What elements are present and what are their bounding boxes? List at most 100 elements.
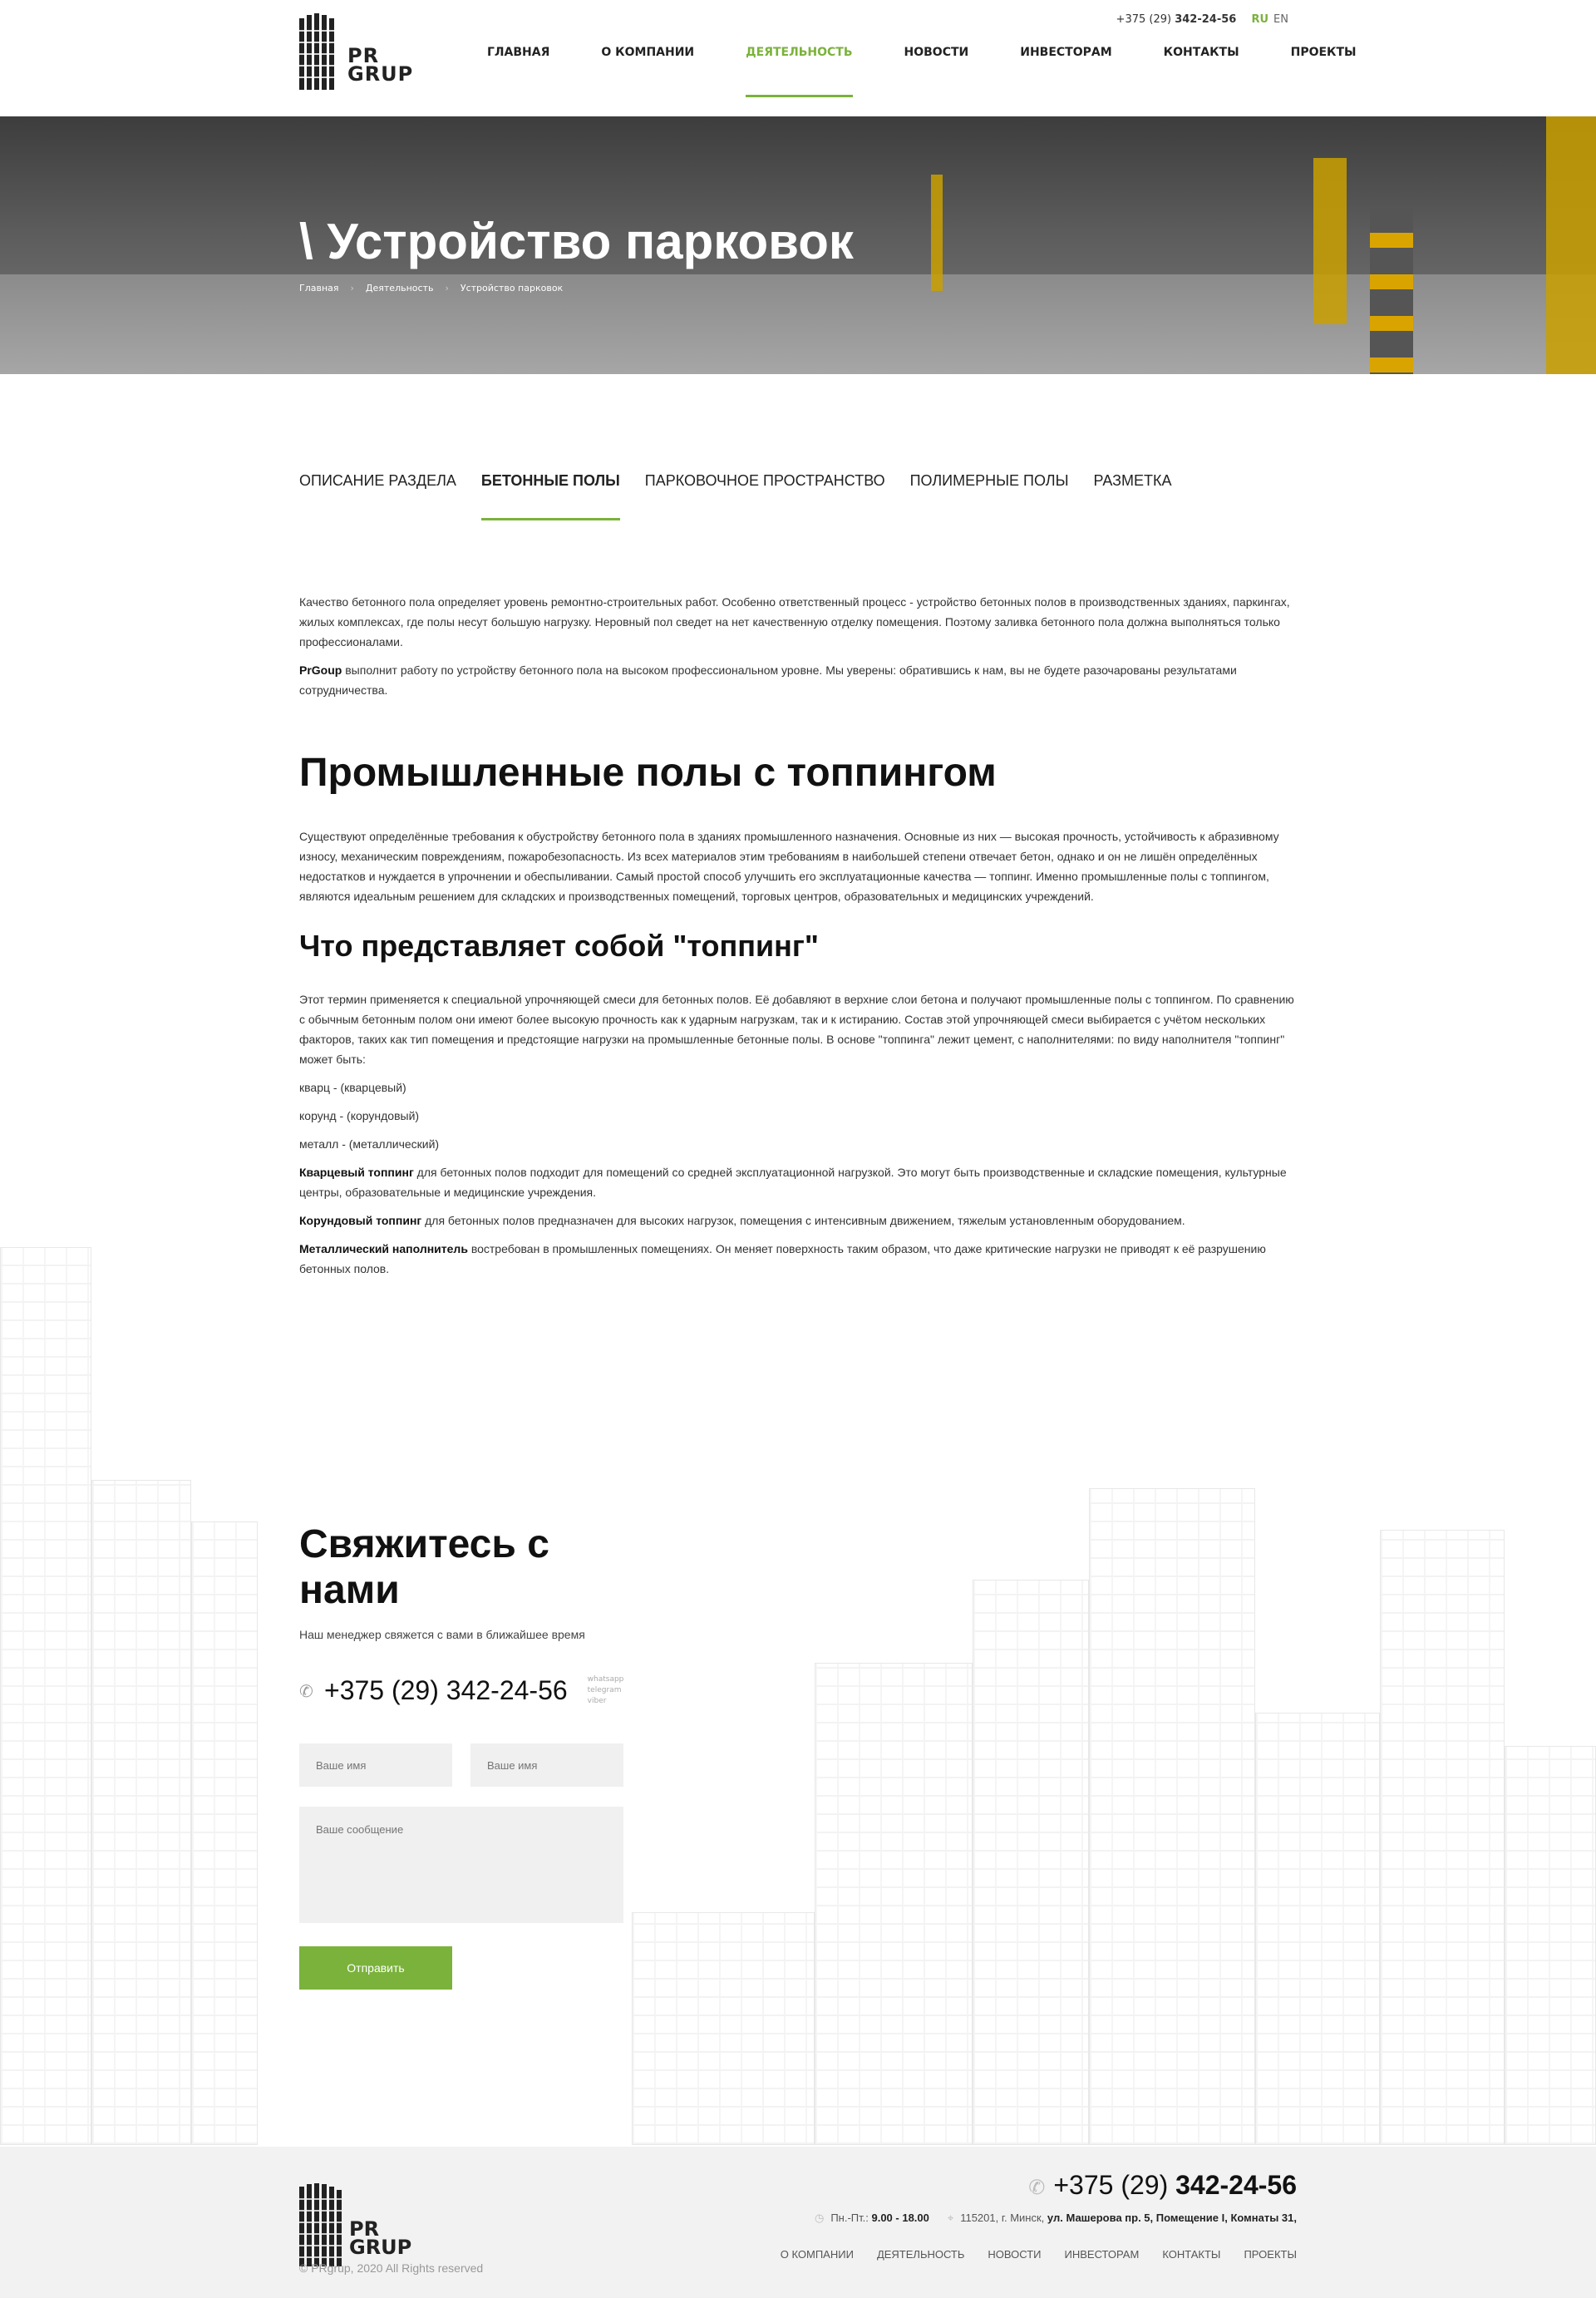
hero-floor	[0, 274, 1596, 374]
page-title: \ Устройство парковок	[299, 214, 854, 269]
footer-nav-activity[interactable]: ДЕЯТЕЛЬНОСТЬ	[877, 2248, 964, 2261]
section-tabs: ОПИСАНИЕ РАЗДЕЛА БЕТОННЫЕ ПОЛЫ ПАРКОВОЧН…	[299, 472, 1197, 520]
lang-en[interactable]: EN	[1273, 13, 1288, 26]
footer-nav-projects[interactable]: ПРОЕКТЫ	[1244, 2248, 1297, 2261]
building-sketch	[815, 1663, 973, 2145]
address-prefix: 115201, г. Минск,	[960, 2212, 1045, 2224]
site-header: PR GRUP +375 (29) 342-24-56 RU EN ГЛАВНАЯ…	[0, 0, 1596, 116]
main-nav: ГЛАВНАЯ О КОМПАНИИ ДЕЯТЕЛЬНОСТЬ НОВОСТИ …	[487, 46, 1408, 97]
tab-marking[interactable]: РАЗМЕТКА	[1094, 472, 1172, 520]
hero-decor	[931, 175, 943, 291]
list-item: корунд - (корундовый)	[299, 1109, 420, 1122]
tab-concrete-floors[interactable]: БЕТОННЫЕ ПОЛЫ	[480, 472, 620, 520]
viber-link[interactable]: viber	[588, 1696, 624, 1707]
footer-info: ◷ Пн.-Пт.: 9.00 - 18.00 ⌖ 115201, г. Мин…	[815, 2212, 1297, 2225]
breadcrumb-separator-icon: ›	[350, 283, 354, 293]
logo-text: PR GRUP	[347, 46, 414, 86]
intro-paragraph-1: Качество бетонного пола определяет урове…	[299, 595, 1290, 648]
clock-icon: ◷	[814, 2212, 825, 2224]
location-icon: ⌖	[947, 2212, 954, 2224]
building-sketch	[1380, 1530, 1505, 2145]
footer-nav-contacts[interactable]: КОНТАКТЫ	[1162, 2248, 1220, 2261]
logo-text-wrap: PR GRUP	[299, 13, 416, 90]
footer-logo-line-2: GRUP	[349, 2236, 412, 2259]
tab-description[interactable]: ОПИСАНИЕ РАЗДЕЛА	[299, 472, 456, 520]
hero-decor	[1546, 116, 1596, 374]
hero-banner: \ Устройство парковок Главная › Деятельн…	[0, 116, 1596, 374]
nav-item-investors[interactable]: ИНВЕСТОРАМ	[1020, 46, 1111, 97]
quartz-text: для бетонных полов подходит для помещени…	[299, 1166, 1287, 1199]
top-contacts: +375 (29) 342-24-56 RU EN	[1116, 13, 1288, 26]
top-phone-prefix: +375 (29)	[1116, 13, 1172, 26]
building-sketch	[1089, 1488, 1255, 2145]
name-input[interactable]	[299, 1743, 452, 1787]
building-sketch	[973, 1580, 1089, 2145]
breadcrumb-separator-icon: ›	[445, 283, 449, 293]
building-sketch	[632, 1912, 815, 2145]
breadcrumb: Главная › Деятельность › Устройство парк…	[299, 283, 574, 293]
footer-nav: О КОМПАНИИ ДЕЯТЕЛЬНОСТЬ НОВОСТИ ИНВЕСТОР…	[757, 2248, 1297, 2261]
footer-phone-prefix: +375 (29)	[1053, 2170, 1169, 2200]
message-input[interactable]	[299, 1807, 623, 1923]
copyright: © PRgrup, 2020 All Rights reserved	[299, 2261, 484, 2275]
building-sketch	[1255, 1713, 1380, 2145]
breadcrumb-current: Устройство парковок	[460, 283, 564, 293]
hero-pillar	[1370, 208, 1413, 374]
footer-phone[interactable]: ✆ +375 (29) 342-24-56	[1028, 2170, 1297, 2201]
phone-icon: ✆	[299, 1680, 313, 1701]
contact-phone-row: ✆ +375 (29) 342-24-56 whatsapp telegram …	[299, 1674, 632, 1707]
contact-form: Свяжитесь с нами Наш менеджер свяжется с…	[299, 1521, 632, 1990]
footer-nav-about[interactable]: О КОМПАНИИ	[781, 2248, 854, 2261]
hero-decor	[1313, 158, 1347, 324]
nav-item-activity[interactable]: ДЕЯТЕЛЬНОСТЬ	[746, 46, 853, 97]
tab-polymer-floors[interactable]: ПОЛИМЕРНЫЕ ПОЛЫ	[910, 472, 1069, 520]
nav-item-news[interactable]: НОВОСТИ	[904, 46, 969, 97]
nav-item-contacts[interactable]: КОНТАКТЫ	[1164, 46, 1239, 97]
heading-industrial-floors: Промышленные полы с топпингом	[299, 751, 997, 795]
building-sketch	[91, 1480, 191, 2145]
footer-nav-investors[interactable]: ИНВЕСТОРАМ	[1065, 2248, 1140, 2261]
paragraph-industrial-floors: Существуют определённые требования к обу…	[299, 830, 1279, 903]
list-item: кварц - (кварцевый)	[299, 1081, 406, 1094]
paragraph-quartz: Кварцевый топпинг для бетонных полов под…	[299, 1162, 1297, 1202]
telegram-link[interactable]: telegram	[588, 1685, 624, 1696]
phone-input[interactable]	[470, 1743, 623, 1787]
paragraph-topping: Этот термин применяется к специальной уп…	[299, 993, 1294, 1066]
phone-icon: ✆	[1028, 2177, 1046, 2199]
lang-ru[interactable]: RU	[1251, 13, 1268, 26]
corundum-bold: Корундовый топпинг	[299, 1214, 422, 1227]
nav-item-home[interactable]: ГЛАВНАЯ	[487, 46, 549, 97]
corundum-text: для бетонных полов предназначен для высо…	[421, 1214, 1185, 1227]
logo-text-line-2: GRUP	[347, 62, 414, 86]
breadcrumb-home[interactable]: Главная	[299, 283, 339, 293]
language-switch: RU EN	[1251, 13, 1288, 26]
heading-topping: Что представляет собой "топпинг"	[299, 929, 819, 963]
site-footer: PR GRUP © PRgrup, 2020 All Rights reserv…	[0, 2147, 1596, 2298]
article-content: Качество бетонного пола определяет урове…	[299, 592, 1297, 1287]
footer-nav-news[interactable]: НОВОСТИ	[988, 2248, 1041, 2261]
messenger-links: whatsapp telegram viber	[588, 1674, 624, 1707]
quartz-bold: Кварцевый топпинг	[299, 1166, 414, 1179]
hours-value: 9.00 - 18.00	[871, 2212, 929, 2224]
nav-item-about[interactable]: О КОМПАНИИ	[601, 46, 694, 97]
contact-title: Свяжитесь с нами	[299, 1522, 549, 1612]
contact-inputs	[299, 1743, 632, 1787]
breadcrumb-activity[interactable]: Деятельность	[366, 283, 434, 293]
contact-phone[interactable]: +375 (29) 342-24-56	[324, 1675, 568, 1706]
tab-parking-space[interactable]: ПАРКОВОЧНОЕ ПРОСТРАНСТВО	[645, 472, 885, 520]
intro-paragraph-2-text: выполнит работу по устройству бетонного …	[299, 663, 1237, 697]
nav-item-projects[interactable]: ПРОЕКТЫ	[1291, 46, 1357, 97]
send-button[interactable]: Отправить	[299, 1946, 452, 1990]
footer-logo-text: PR GRUP	[349, 2219, 412, 2259]
address-value: ул. Машерова пр. 5, Помещение I, Комнаты…	[1047, 2212, 1297, 2224]
footer-phone-number: 342-24-56	[1175, 2170, 1297, 2200]
top-phone-number: 342-24-56	[1175, 13, 1237, 26]
building-sketch	[0, 1247, 91, 2145]
top-phone[interactable]: +375 (29) 342-24-56	[1116, 13, 1237, 26]
building-sketch	[1505, 1746, 1596, 2145]
hours-label: Пн.-Пт.:	[830, 2212, 869, 2224]
contact-subtitle: Наш менеджер свяжется с вами в ближайшее…	[299, 1628, 585, 1641]
intro-paragraph-2: PrGoup выполнит работу по устройству бет…	[299, 660, 1297, 700]
paragraph-corundum: Корундовый топпинг для бетонных полов пр…	[299, 1211, 1297, 1230]
whatsapp-link[interactable]: whatsapp	[588, 1674, 624, 1685]
